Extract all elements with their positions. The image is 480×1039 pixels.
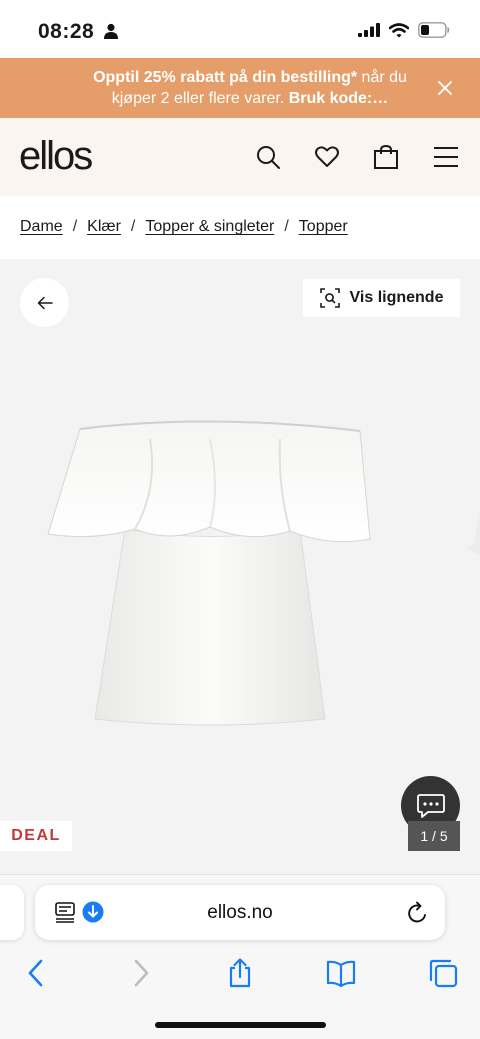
reload-icon[interactable] xyxy=(407,901,429,925)
previous-tab-card[interactable] xyxy=(0,885,24,940)
share-icon[interactable] xyxy=(225,958,255,988)
breadcrumb-topper[interactable]: Topper xyxy=(299,218,348,236)
person-icon xyxy=(104,23,118,39)
breadcrumb-klaer[interactable]: Klær xyxy=(87,218,121,236)
breadcrumb-separator: / xyxy=(72,218,78,235)
status-icons xyxy=(358,22,450,38)
promo-code-label: Bruk kode:… xyxy=(288,90,389,107)
breadcrumb-topper-singleter[interactable]: Topper & singleter xyxy=(145,218,274,236)
breadcrumb-separator: / xyxy=(130,218,136,235)
back-icon[interactable] xyxy=(22,958,52,988)
close-icon[interactable] xyxy=(436,79,454,97)
image-counter: 1 / 5 xyxy=(408,821,460,851)
tabs-icon[interactable] xyxy=(428,958,458,988)
arrow-left-icon xyxy=(37,296,53,309)
back-button[interactable] xyxy=(20,278,69,327)
next-image-peek xyxy=(466,514,480,554)
site-header: ellos xyxy=(0,118,480,196)
bookmarks-icon[interactable] xyxy=(326,958,356,988)
breadcrumb-separator: / xyxy=(284,218,289,235)
promo-text: Opptil 25% rabatt på din bestilling* når… xyxy=(70,67,430,109)
status-time: 08:28 xyxy=(38,20,95,43)
heart-icon[interactable] xyxy=(314,144,340,170)
menu-icon[interactable] xyxy=(433,144,459,170)
url-text: ellos.no xyxy=(207,901,273,923)
wifi-icon xyxy=(389,22,409,37)
ellos-logo[interactable]: ellos xyxy=(19,134,93,179)
browser-chrome: ellos.no xyxy=(0,874,480,1039)
forward-icon[interactable] xyxy=(125,958,155,988)
battery-icon xyxy=(418,22,450,38)
product-image[interactable] xyxy=(40,419,380,739)
status-bar: 08:28 xyxy=(0,0,480,58)
chat-icon xyxy=(416,793,445,818)
deal-badge: DEAL xyxy=(0,821,72,851)
similar-label: Vis lignende xyxy=(349,289,444,306)
breadcrumb-dame[interactable]: Dame xyxy=(20,218,63,236)
signal-icon xyxy=(358,23,380,37)
shopping-bag-icon[interactable] xyxy=(373,144,399,170)
home-indicator[interactable] xyxy=(155,1022,326,1028)
similar-button[interactable]: Vis lignende xyxy=(303,279,460,317)
product-gallery[interactable]: Vis lignende DEAL 1 / 5 xyxy=(0,259,480,874)
promo-offer: Opptil 25% rabatt på din bestilling* xyxy=(93,69,358,86)
breadcrumb: Dame / Klær / Topper & singleter / Toppe… xyxy=(20,218,348,236)
promo-banner[interactable]: Opptil 25% rabatt på din bestilling* når… xyxy=(0,58,480,118)
search-icon[interactable] xyxy=(255,144,281,170)
address-bar[interactable]: ellos.no xyxy=(35,885,445,940)
visual-search-icon xyxy=(319,288,340,308)
